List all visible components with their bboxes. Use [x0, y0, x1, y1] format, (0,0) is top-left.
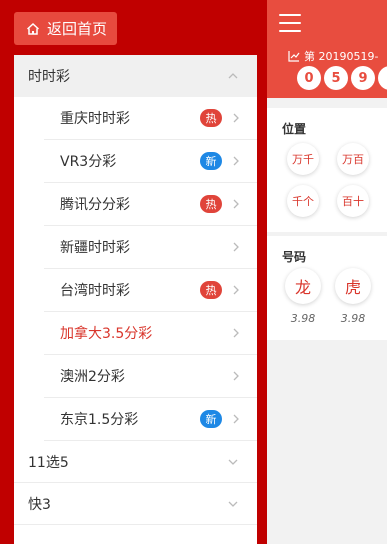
chevron-right-icon: [232, 284, 241, 296]
position-title: 位置: [282, 122, 307, 136]
issue-number: 第 20190519-: [288, 48, 378, 64]
section-title: 11选5: [28, 454, 69, 471]
menu-item-taiwan[interactable]: 台湾时时彩 热: [44, 269, 257, 312]
chevron-right-icon: [232, 155, 241, 167]
section-header-k3[interactable]: 快3: [14, 483, 257, 525]
home-button[interactable]: 返回首页: [14, 12, 117, 45]
number-title: 号码: [282, 250, 307, 264]
menu-item-label: 加拿大3.5分彩: [60, 326, 153, 342]
result-ball: 0: [297, 66, 321, 90]
menu-item-xinjiang[interactable]: 新疆时时彩: [44, 226, 257, 269]
tiger-option[interactable]: 虎: [335, 268, 371, 304]
side-drawer: 返回首页 时时彩 重庆时时彩 热 VR3分彩 新 腾讯分分彩 热 新疆时时彩 台…: [0, 0, 267, 544]
menu-item-chongqing[interactable]: 重庆时时彩 热: [44, 97, 257, 140]
hot-badge: 热: [200, 195, 222, 213]
position-option[interactable]: 百十: [337, 185, 369, 217]
position-card: 位置 万千 万百 千个 百十: [267, 108, 387, 232]
chevron-right-icon: [232, 241, 241, 253]
menu-item-label: 台湾时时彩: [60, 283, 130, 299]
menu-icon[interactable]: [279, 14, 301, 32]
section-header-ssc[interactable]: 时时彩: [14, 55, 257, 97]
result-balls: 0 5 9: [297, 66, 387, 90]
result-ball: 5: [324, 66, 348, 90]
ssc-sub-list: 重庆时时彩 热 VR3分彩 新 腾讯分分彩 热 新疆时时彩 台湾时时彩 热 加拿…: [14, 97, 257, 441]
new-badge: 新: [200, 410, 222, 428]
menu-item-canada[interactable]: 加拿大3.5分彩: [44, 312, 257, 355]
menu-item-label: 新疆时时彩: [60, 240, 130, 256]
position-option[interactable]: 万百: [337, 143, 369, 175]
chevron-down-icon: [227, 498, 239, 510]
header-bar: 第 20190519- 0 5 9: [267, 0, 387, 98]
menu-item-australia[interactable]: 澳洲2分彩: [44, 355, 257, 398]
menu-item-tokyo[interactable]: 东京1.5分彩 新: [44, 398, 257, 441]
chevron-up-icon: [227, 70, 239, 82]
result-ball: [378, 66, 387, 90]
dragon-option[interactable]: 龙: [285, 268, 321, 304]
result-ball: 9: [351, 66, 375, 90]
chevron-right-icon: [232, 112, 241, 124]
home-button-label: 返回首页: [47, 20, 108, 38]
menu-item-label: 腾讯分分彩: [60, 197, 130, 213]
new-badge: 新: [200, 152, 222, 170]
chevron-right-icon: [232, 413, 241, 425]
menu-item-label: 澳洲2分彩: [60, 369, 125, 385]
chevron-down-icon: [227, 456, 239, 468]
section-title: 时时彩: [28, 69, 70, 85]
number-card: 号码 龙 虎 3.98 3.98: [267, 236, 387, 340]
menu-item-vr3[interactable]: VR3分彩 新: [44, 140, 257, 183]
menu-item-label: VR3分彩: [60, 154, 117, 170]
main-panel: 第 20190519- 0 5 9 位置 万千 万百 千个 百十 号码 龙 虎 …: [267, 0, 387, 544]
chevron-right-icon: [232, 327, 241, 339]
section-header-11x5[interactable]: 11选5: [14, 441, 257, 483]
position-option[interactable]: 万千: [287, 143, 319, 175]
position-option[interactable]: 千个: [287, 185, 319, 217]
issue-text: 第 20190519-: [304, 50, 379, 63]
home-icon: [26, 22, 40, 36]
menu-item-label: 东京1.5分彩: [60, 412, 139, 428]
chevron-right-icon: [232, 370, 241, 382]
section-title: 快3: [28, 496, 51, 513]
hot-badge: 热: [200, 109, 222, 127]
menu-item-tencent[interactable]: 腾讯分分彩 热: [44, 183, 257, 226]
menu-item-label: 重庆时时彩: [60, 111, 130, 127]
dragon-odds: 3.98: [290, 312, 316, 325]
trend-chart-icon: [288, 50, 300, 62]
tiger-odds: 3.98: [340, 312, 366, 325]
chevron-right-icon: [232, 198, 241, 210]
hot-badge: 热: [200, 281, 222, 299]
lottery-menu: 时时彩 重庆时时彩 热 VR3分彩 新 腾讯分分彩 热 新疆时时彩 台湾时时彩 …: [14, 55, 257, 544]
section-header-partial[interactable]: [14, 525, 257, 544]
